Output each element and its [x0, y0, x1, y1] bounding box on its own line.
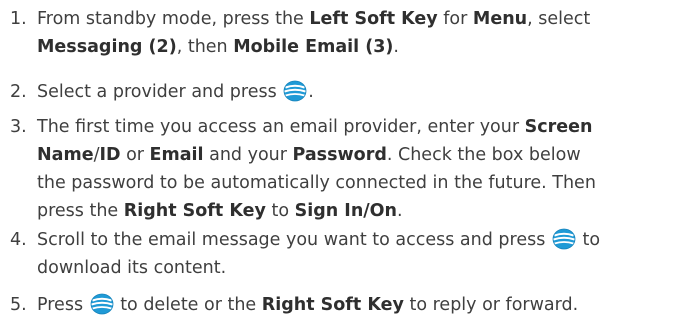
password-label: Password [292, 145, 387, 165]
step-5: 5. Press to delete or the Right Soft Key … [10, 291, 670, 319]
screen-label: Screen [524, 117, 593, 137]
messaging-label: Messaging (2) [37, 37, 177, 57]
globe-nav-key-icon [90, 293, 114, 315]
step-number: 1. [10, 9, 27, 29]
right-soft-key-label: Right Soft Key [261, 295, 404, 315]
step-number: 2. [10, 82, 27, 102]
sign-in-on-label: Sign In/On [294, 201, 398, 221]
globe-nav-key-icon [552, 228, 576, 250]
step-number: 3. [10, 117, 27, 137]
name-label: Name [37, 145, 94, 165]
step-4: 4. Scroll to the email message you want t… [10, 226, 670, 282]
step-1: 1. From standby mode, press the Left Soft… [10, 5, 670, 61]
email-label: Email [149, 145, 204, 165]
globe-nav-key-icon [283, 80, 307, 102]
step-3: 3. The first time you access an email pro… [10, 113, 670, 225]
menu-label: Menu [472, 9, 528, 29]
right-soft-key-label: Right Soft Key [123, 201, 266, 221]
instruction-list: 1. From standby mode, press the Left Soft… [0, 0, 678, 326]
left-soft-key-label: Left Soft Key [309, 9, 438, 29]
id-label: ID [99, 145, 121, 165]
mobile-email-label: Mobile Email (3) [233, 37, 394, 57]
step-number: 4. [10, 230, 27, 250]
step-number: 5. [10, 295, 27, 315]
step-2: 2. Select a provider and press . [10, 78, 670, 106]
